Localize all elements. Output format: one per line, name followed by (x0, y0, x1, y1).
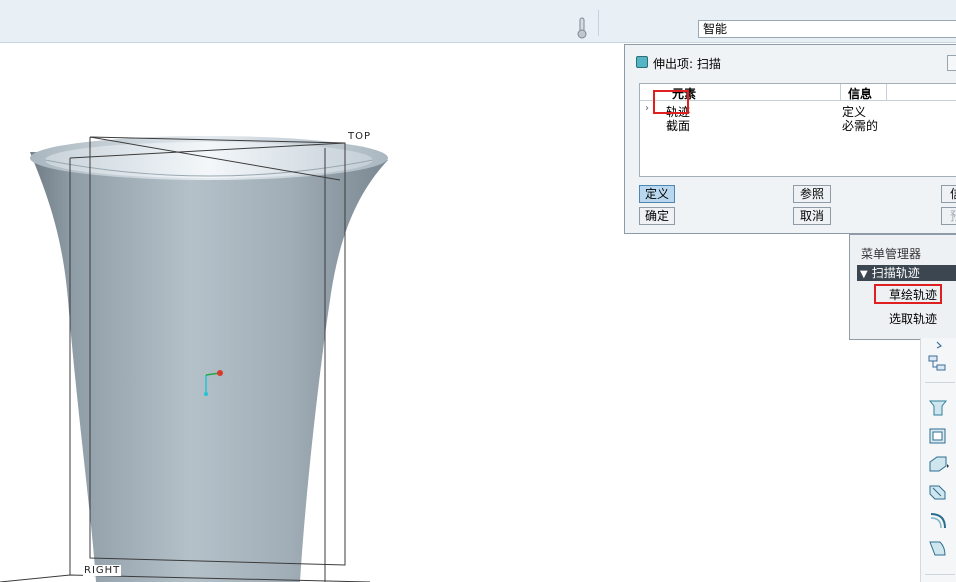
define-button[interactable]: 定义 (639, 185, 675, 203)
edge-chamfer-icon[interactable] (927, 482, 949, 502)
sweep-feature-dialog: 伸出项: 扫描 元素 信息 › 轨迹 定义 截面 必需的 定义 参照 信 确定 … (624, 44, 956, 234)
collapse-triangle-icon: ▼ (860, 269, 868, 280)
dialog-title: 伸出项: 扫描 (636, 55, 721, 72)
datum-label-right: RIGHT (83, 565, 122, 576)
top-toolbar: 智能 (0, 0, 956, 43)
toolbar-separator (925, 574, 955, 575)
ok-button[interactable]: 确定 (639, 207, 675, 225)
dialog-window-button[interactable] (947, 55, 956, 71)
preview-button[interactable]: 预 (941, 207, 956, 225)
column-divider (840, 84, 841, 100)
menu-section-header[interactable]: ▼ 扫描轨迹 (857, 265, 956, 281)
column-divider (886, 84, 887, 100)
round-feature-icon[interactable] (927, 510, 949, 530)
datum-label-top: TOP (347, 131, 373, 142)
datum-tree-icon[interactable] (927, 354, 949, 374)
auto-round-icon[interactable] (927, 538, 949, 558)
toolbar-separator (925, 382, 955, 383)
selection-filter-dropdown[interactable]: 智能 (698, 20, 956, 38)
feature-icon (636, 56, 648, 68)
column-header-info: 信息 (848, 87, 873, 101)
vase-body (30, 136, 388, 582)
draft-feature-icon[interactable] (927, 398, 949, 418)
toolbar-divider (598, 10, 599, 36)
references-button[interactable]: 参照 (793, 185, 831, 203)
shell-feature-icon[interactable] (927, 426, 949, 446)
table-row[interactable]: 截面 必需的 (640, 117, 956, 133)
menu-item-select-trajectory[interactable]: 选取轨迹 (857, 309, 956, 329)
right-feature-toolbar (920, 338, 956, 582)
row-info: 必需的 (842, 119, 879, 133)
info-button[interactable]: 信 (941, 185, 956, 203)
row-pointer-icon: › (645, 103, 649, 114)
thermometer-icon[interactable] (576, 16, 588, 40)
menu-manager-title: 菜单管理器 (861, 247, 922, 261)
highlight-box-trajectory (653, 90, 689, 114)
highlight-box-sketch-trajectory (874, 284, 942, 304)
cancel-button[interactable]: 取消 (793, 207, 831, 225)
rib-feature-icon[interactable] (927, 454, 949, 474)
row-element-name: 截面 (666, 119, 691, 133)
